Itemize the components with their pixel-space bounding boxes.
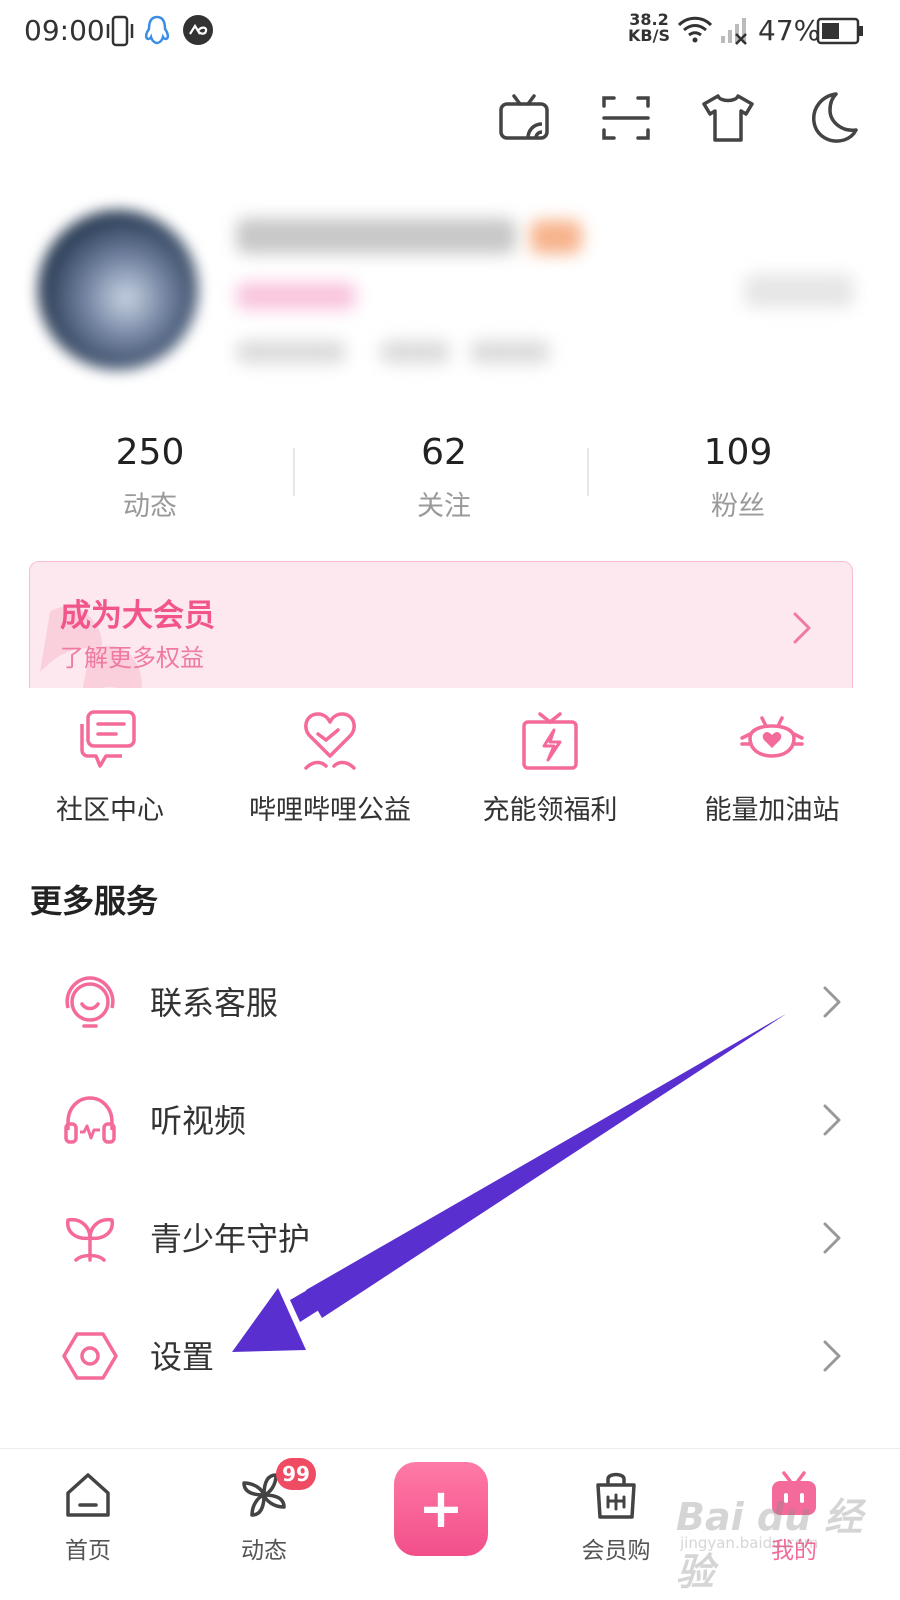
status-time: 09:00 (24, 14, 105, 47)
scan-icon[interactable] (596, 88, 656, 148)
status-bar: 09:00 38.2 KB/S 47% (0, 0, 900, 64)
app-circle-icon (183, 15, 213, 45)
grid-label: 能量加油站 (704, 795, 840, 826)
gift-energy-icon (522, 712, 578, 770)
stat-fans[interactable]: 109 粉丝 (588, 430, 888, 523)
service-label: 联系客服 (150, 984, 279, 1022)
service-row-teen-guard[interactable]: 青少年守护 (0, 1182, 900, 1292)
home-icon (66, 1473, 110, 1517)
stat-divider (587, 448, 589, 496)
service-row-customer-service[interactable]: 联系客服 (0, 946, 900, 1056)
tshirt-icon[interactable] (698, 88, 758, 148)
stat-value: 250 (115, 432, 185, 473)
stat-value: 62 (421, 432, 467, 473)
stat-following[interactable]: 62 关注 (294, 430, 594, 523)
chevron-right-icon (823, 1104, 841, 1136)
stat-label: 粉丝 (711, 491, 765, 522)
vip-banner[interactable]: 成为大会员 了解更多权益 (29, 561, 853, 701)
more-services-title: 更多服务 (30, 882, 159, 920)
shopping-bag-icon (596, 1472, 636, 1519)
chevron-right-icon (793, 612, 811, 644)
moon-icon[interactable] (800, 88, 860, 148)
qq-icon (144, 15, 170, 45)
sprout-icon (66, 1217, 114, 1262)
nav-label: 动态 (241, 1538, 287, 1564)
publish-button[interactable]: + (394, 1462, 488, 1556)
watermark: Bai du 经验 jingyan.baidu.com (676, 1486, 876, 1594)
grid-label: 充能领福利 (482, 795, 618, 826)
grid-item-charity[interactable]: 哔哩哔哩公益 (220, 704, 440, 834)
info-blurred-1 (236, 340, 346, 364)
watermark-sub: jingyan.baidu.com (680, 1534, 819, 1552)
top-toolbar (0, 88, 900, 148)
vibrate-icon (106, 15, 134, 47)
headphones-icon (64, 1096, 116, 1144)
info-blurred-3 (470, 340, 550, 364)
customer-service-icon (65, 976, 115, 1028)
stat-label: 动态 (123, 491, 177, 522)
info-blurred-2 (380, 340, 450, 364)
profile-header[interactable] (0, 190, 900, 420)
energy-station-icon (740, 716, 804, 758)
grid-label: 哔哩哔哩公益 (249, 795, 411, 826)
nav-vip-shop[interactable]: 会员购 (546, 1467, 686, 1565)
settings-hexagon-icon (62, 1332, 118, 1380)
nav-home[interactable]: 首页 (18, 1467, 158, 1565)
plus-icon: + (418, 1477, 464, 1540)
chevron-right-icon (823, 1222, 841, 1254)
community-chat-icon (80, 710, 136, 768)
space-link-blurred[interactable] (744, 274, 854, 308)
avatar[interactable] (38, 210, 198, 370)
battery-icon (816, 17, 863, 45)
vip-tag-blurred (236, 282, 356, 310)
grid-item-energy-gift[interactable]: 充能领福利 (440, 704, 660, 834)
service-row-settings[interactable]: 设置 (0, 1300, 900, 1410)
vip-title: 成为大会员 (60, 598, 215, 634)
net-speed-unit: KB/S (628, 26, 670, 45)
net-speed: 38.2 KB/S (628, 12, 670, 44)
service-label: 听视频 (150, 1102, 247, 1140)
grid-label: 社区中心 (56, 795, 164, 826)
service-row-listen-video[interactable]: 听视频 (0, 1064, 900, 1174)
service-label: 青少年守护 (150, 1220, 311, 1258)
service-label: 设置 (150, 1338, 215, 1376)
chevron-right-icon (823, 986, 841, 1018)
heart-charity-icon (304, 712, 356, 770)
signal-icon (721, 18, 747, 45)
grid-item-energy-station[interactable]: 能量加油站 (662, 704, 882, 834)
grid-item-community[interactable]: 社区中心 (0, 704, 220, 834)
stat-divider (293, 448, 295, 496)
username-blurred (236, 218, 516, 254)
battery-percent: 47% (758, 14, 821, 47)
stats-bar: 250 动态 62 关注 109 粉丝 (0, 430, 900, 530)
tv-cast-icon[interactable] (496, 88, 556, 148)
vip-subtitle: 了解更多权益 (60, 644, 204, 672)
nav-label: 会员购 (581, 1538, 651, 1564)
chevron-right-icon (823, 1340, 841, 1372)
stat-dynamics[interactable]: 250 动态 (0, 430, 300, 523)
stat-value: 109 (703, 432, 773, 473)
stat-label: 关注 (417, 491, 471, 522)
level-badge-blurred (530, 220, 582, 254)
notification-badge: 99 (276, 1458, 316, 1490)
nav-label: 首页 (65, 1538, 111, 1564)
wifi-icon (677, 16, 713, 43)
